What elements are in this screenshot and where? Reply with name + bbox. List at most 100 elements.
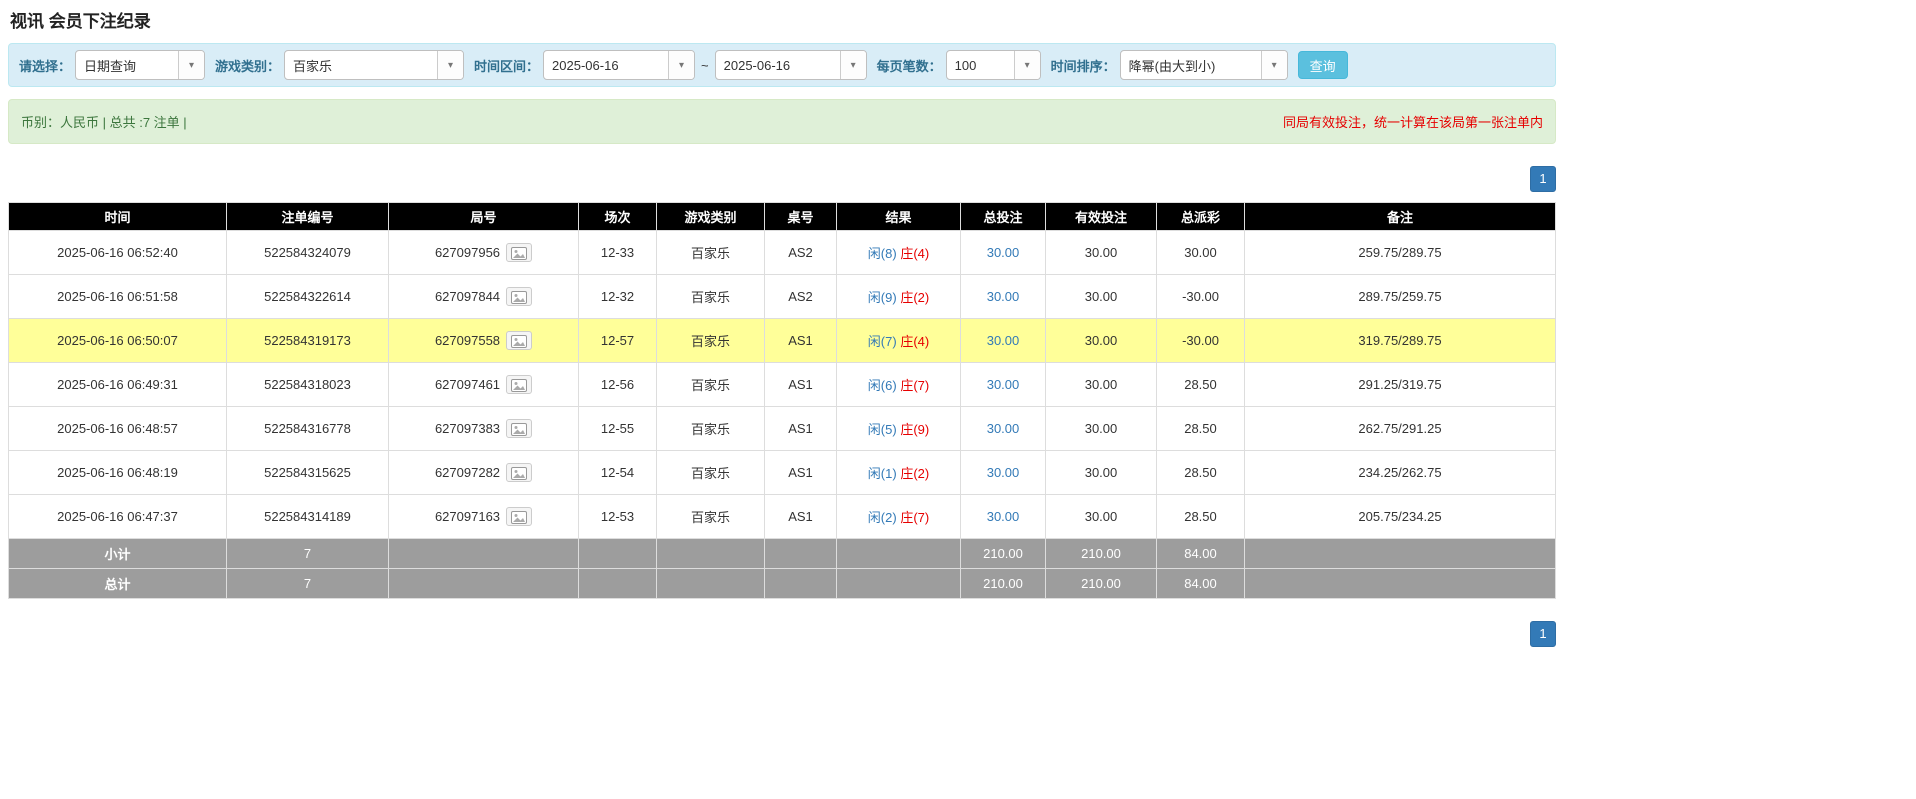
cell-table: AS1 — [764, 406, 837, 451]
filter-bar: 请选择： 日期查询 ▾ 游戏类别： 百家乐 ▾ 时间区间： 2025-06-16… — [8, 43, 1556, 87]
summary-currency-count: 币别：人民币 | 总共 :7 注单 | — [21, 115, 187, 130]
date-from-value: 2025-06-16 — [552, 57, 619, 73]
cell-session: 12-55 — [578, 406, 657, 451]
total-bet-link[interactable]: 30.00 — [987, 289, 1020, 304]
round-number: 627097163 — [434, 509, 501, 524]
header-valid-bet: 有效投注 — [1045, 202, 1157, 231]
cell-payout: 28.50 — [1156, 362, 1245, 407]
round-number: 627097282 — [434, 465, 501, 480]
result-player: 闲(6) — [867, 378, 897, 393]
cell-round: 627097956 — [388, 230, 579, 275]
cell-note: 234.25/262.75 — [1244, 450, 1556, 495]
pagination-page-1[interactable]: 1 — [1530, 166, 1556, 192]
result-image-icon — [511, 291, 528, 304]
header-result: 结果 — [836, 202, 961, 231]
header-game: 游戏类别 — [656, 202, 765, 231]
cell-total-bet: 30.00 — [960, 406, 1046, 451]
result-banker: 庄(4) — [900, 246, 930, 261]
cell-table: AS1 — [764, 318, 837, 363]
cell-bet-id: 522584314189 — [226, 494, 389, 539]
cell-note: 319.75/289.75 — [1244, 318, 1556, 363]
pagination-page-1[interactable]: 1 — [1530, 621, 1556, 647]
cell-round: 627097844 — [388, 274, 579, 319]
sort-value: 降幂(由大到小) — [1128, 58, 1216, 74]
chevron-down-icon[interactable]: ▾ — [839, 51, 866, 79]
select-label: 请选择： — [19, 58, 72, 74]
cell-note: 262.75/291.25 — [1244, 406, 1556, 451]
table-row[interactable]: 2025-06-16 06:49:31 522584318023 6270974… — [8, 362, 1556, 407]
chevron-down-icon[interactable]: ▾ — [178, 51, 205, 79]
cell-bet-id: 522584324079 — [226, 230, 389, 275]
result-player: 闲(9) — [867, 290, 897, 305]
table-row[interactable]: 2025-06-16 06:51:58 522584322614 6270978… — [8, 274, 1556, 319]
cell-bet-id: 522584322614 — [226, 274, 389, 319]
round-result-button[interactable] — [506, 287, 533, 306]
cell-time: 2025-06-16 06:51:58 — [8, 274, 227, 319]
total-bet-link[interactable]: 30.00 — [987, 465, 1020, 480]
result-image-icon — [511, 511, 528, 524]
round-result-button[interactable] — [506, 463, 533, 482]
page-title: 视讯 会员下注纪录 — [10, 12, 151, 31]
total-valid-bet: 210.00 — [1045, 568, 1157, 599]
table-row[interactable]: 2025-06-16 06:50:07 522584319173 6270975… — [8, 318, 1556, 363]
result-image-icon — [511, 467, 528, 480]
total-total-bet: 210.00 — [960, 568, 1046, 599]
total-bet-link[interactable]: 30.00 — [987, 333, 1020, 348]
date-type-select[interactable]: 日期查询 ▾ — [75, 50, 206, 80]
round-number: 627097461 — [434, 377, 501, 392]
cell-payout: -30.00 — [1156, 318, 1245, 363]
date-to-select[interactable]: 2025-06-16 ▾ — [714, 50, 867, 80]
total-bet-link[interactable]: 30.00 — [987, 377, 1020, 392]
total-bet-link[interactable]: 30.00 — [987, 245, 1020, 260]
cell-table: AS2 — [764, 274, 837, 319]
subtotal-payout: 84.00 — [1156, 538, 1245, 569]
chevron-down-icon[interactable]: ▾ — [1013, 51, 1040, 79]
cell-game: 百家乐 — [656, 362, 765, 407]
round-result-button[interactable] — [506, 331, 533, 350]
total-bet-link[interactable]: 30.00 — [987, 509, 1020, 524]
cell-valid-bet: 30.00 — [1045, 450, 1157, 495]
cell-game: 百家乐 — [656, 274, 765, 319]
cell-payout: 30.00 — [1156, 230, 1245, 275]
result-player: 闲(1) — [867, 466, 897, 481]
round-result-button[interactable] — [506, 243, 533, 262]
table-row[interactable]: 2025-06-16 06:48:19 522584315625 6270972… — [8, 450, 1556, 495]
cell-result: 闲(5) 庄(9) — [836, 406, 961, 451]
cell-result: 闲(1) 庄(2) — [836, 450, 961, 495]
cell-payout: 28.50 — [1156, 406, 1245, 451]
time-sort-select[interactable]: 降幂(由大到小) ▾ — [1119, 50, 1288, 80]
table-body: 2025-06-16 06:52:40 522584324079 6270979… — [8, 230, 1556, 539]
result-player: 闲(5) — [867, 422, 897, 437]
cell-result: 闲(8) 庄(4) — [836, 230, 961, 275]
search-button[interactable]: 查询 — [1297, 51, 1348, 79]
cell-payout: 28.50 — [1156, 494, 1245, 539]
chevron-down-icon[interactable]: ▾ — [668, 51, 695, 79]
cell-total-bet: 30.00 — [960, 450, 1046, 495]
total-row: 总计 7 210.00 210.00 84.00 — [8, 568, 1556, 599]
chevron-down-icon[interactable]: ▾ — [1260, 51, 1287, 79]
page-size-select[interactable]: 100 ▾ — [945, 50, 1041, 80]
game-type-select[interactable]: 百家乐 ▾ — [284, 50, 465, 80]
cell-note: 259.75/289.75 — [1244, 230, 1556, 275]
cell-valid-bet: 30.00 — [1045, 274, 1157, 319]
result-player: 闲(8) — [867, 246, 897, 261]
round-result-button[interactable] — [506, 419, 533, 438]
header-total-bet: 总投注 — [960, 202, 1046, 231]
date-from-select[interactable]: 2025-06-16 ▾ — [543, 50, 696, 80]
total-bet-link[interactable]: 30.00 — [987, 421, 1020, 436]
cell-result: 闲(2) 庄(7) — [836, 494, 961, 539]
round-result-button[interactable] — [506, 507, 533, 526]
chevron-down-icon[interactable]: ▾ — [437, 51, 464, 79]
table-row[interactable]: 2025-06-16 06:52:40 522584324079 6270979… — [8, 230, 1556, 275]
cell-game: 百家乐 — [656, 318, 765, 363]
cell-total-bet: 30.00 — [960, 362, 1046, 407]
cell-note: 291.25/319.75 — [1244, 362, 1556, 407]
header-note: 备注 — [1244, 202, 1556, 231]
table-row[interactable]: 2025-06-16 06:47:37 522584314189 6270971… — [8, 494, 1556, 539]
table-row[interactable]: 2025-06-16 06:48:57 522584316778 6270973… — [8, 406, 1556, 451]
total-count: 7 — [226, 568, 389, 599]
filter-group-range: 时间区间： 2025-06-16 ▾ ~ 2025-06-16 ▾ — [474, 50, 867, 80]
cell-total-bet: 30.00 — [960, 230, 1046, 275]
round-result-button[interactable] — [506, 375, 533, 394]
cell-round: 627097383 — [388, 406, 579, 451]
